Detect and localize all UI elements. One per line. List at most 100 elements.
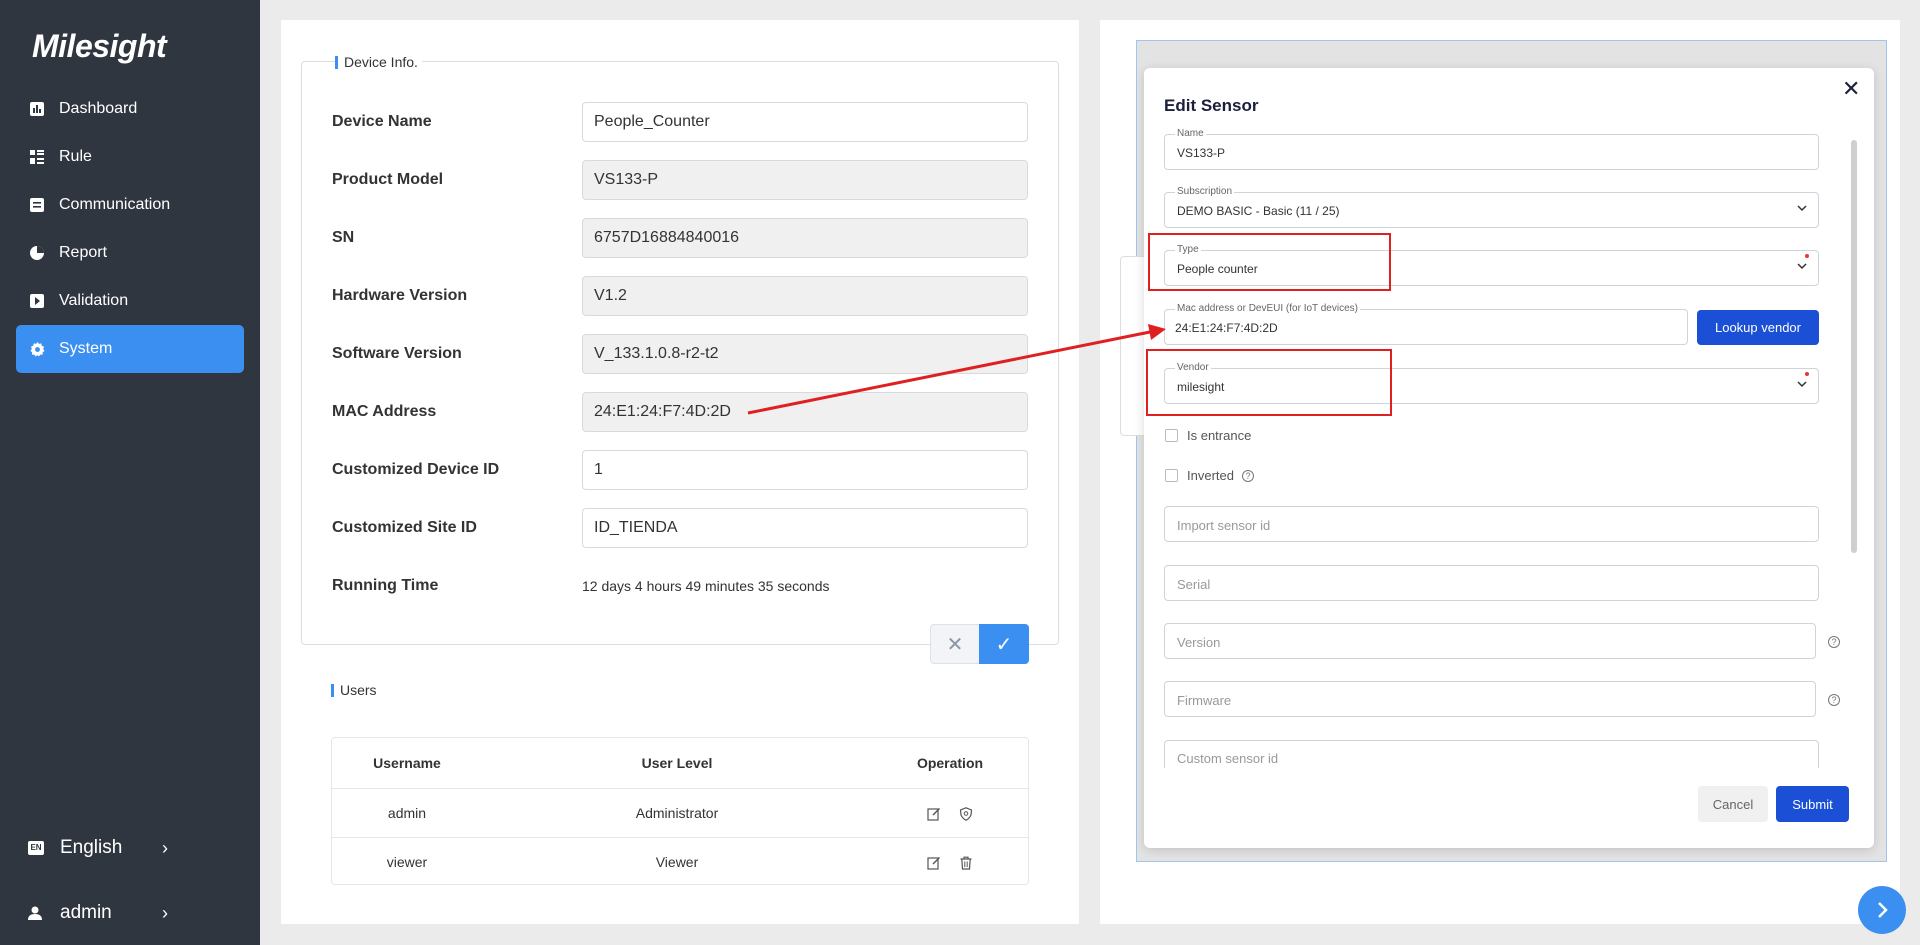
- users-table: Username User Level Operation admin Admi…: [331, 737, 1029, 885]
- cancel-edit-button[interactable]: ✕: [930, 624, 980, 664]
- edit-icon[interactable]: [927, 856, 941, 870]
- operation-cell: [872, 837, 1028, 884]
- software-version-field: V_133.1.0.8-r2-t2: [582, 334, 1028, 374]
- mac-label: Mac address or DevEUI (for IoT devices): [1175, 303, 1360, 315]
- user-icon: [28, 906, 44, 920]
- inverted-checkbox[interactable]: Inverted ?: [1165, 468, 1254, 483]
- placeholder: Import sensor id: [1177, 518, 1271, 533]
- shield-icon[interactable]: [959, 806, 973, 821]
- next-page-button[interactable]: [1858, 886, 1906, 934]
- column-header: User Level: [482, 738, 872, 789]
- running-time-value: 12 days 4 hours 49 minutes 35 seconds: [582, 578, 830, 594]
- help-icon[interactable]: ?: [1241, 469, 1254, 482]
- mac-address-input[interactable]: Mac address or DevEUI (for IoT devices) …: [1164, 303, 1688, 345]
- user-menu[interactable]: admin ›: [28, 898, 168, 928]
- required-marker: [1805, 372, 1809, 376]
- custom-sensor-id-input[interactable]: Custom sensor id: [1164, 740, 1819, 768]
- edit-sensor-dialog: [1144, 68, 1874, 848]
- help-icon[interactable]: ?: [1828, 636, 1840, 648]
- table-row: admin Administrator: [332, 788, 1028, 838]
- customized-site-id-input[interactable]: ID_TIENDA: [582, 508, 1028, 548]
- chevron-right-icon: ›: [162, 837, 168, 858]
- product-model-label: Product Model: [332, 171, 444, 188]
- subscription-select[interactable]: Subscription DEMO BASIC - Basic (11 / 25…: [1164, 186, 1819, 228]
- check-icon: ✓: [995, 633, 1013, 656]
- dashboard-icon: [29, 101, 45, 117]
- close-icon[interactable]: ✕: [1842, 76, 1860, 102]
- is-entrance-label: Is entrance: [1187, 428, 1252, 443]
- serial-input[interactable]: Serial: [1164, 565, 1819, 601]
- submit-button[interactable]: Submit: [1776, 786, 1849, 822]
- version-input[interactable]: Version: [1164, 623, 1816, 659]
- placeholder: Version: [1177, 635, 1221, 650]
- username-cell: admin: [332, 788, 482, 838]
- confirm-edit-button[interactable]: ✓: [979, 624, 1029, 664]
- user-level-cell: Viewer: [655, 853, 699, 870]
- language-icon: EN: [28, 841, 44, 855]
- sidebar-item-system[interactable]: System: [16, 325, 244, 373]
- help-icon[interactable]: ?: [1828, 694, 1840, 706]
- subscription-value: DEMO BASIC - Basic (11 / 25): [1177, 204, 1340, 218]
- chevron-down-icon: [1797, 263, 1807, 270]
- placeholder: Serial: [1177, 577, 1211, 592]
- edit-icon[interactable]: [927, 807, 941, 821]
- language-label: English: [60, 837, 123, 858]
- placeholder: Custom sensor id: [1177, 751, 1279, 766]
- chevron-right-icon: ›: [162, 902, 168, 923]
- report-icon: [29, 245, 45, 261]
- users-legend: Users: [331, 683, 381, 697]
- name-label: Name: [1175, 128, 1206, 140]
- device-info-legend: Device Info.: [335, 55, 422, 69]
- chevron-down-icon: [1797, 381, 1807, 388]
- sidebar-item-validation[interactable]: Validation: [16, 277, 244, 325]
- type-highlight-box: [1148, 233, 1391, 291]
- firmware-input[interactable]: Firmware: [1164, 681, 1816, 717]
- customized-device-id-input[interactable]: 1: [582, 450, 1028, 490]
- dialog-title: Edit Sensor: [1164, 96, 1259, 115]
- required-marker: [1805, 254, 1809, 258]
- vendor-highlight-box: [1146, 349, 1392, 416]
- checkbox-box[interactable]: [1165, 469, 1178, 482]
- name-value: VS133-P: [1177, 146, 1226, 160]
- sidebar-item-rule[interactable]: Rule: [16, 133, 244, 181]
- operation-cell: [872, 788, 1028, 838]
- sidebar-item-label: System: [59, 340, 113, 357]
- checkbox-box[interactable]: [1165, 429, 1178, 442]
- scrollbar[interactable]: [1851, 140, 1857, 553]
- chevron-down-icon: [1797, 205, 1807, 212]
- sidebar-item-communication[interactable]: Communication: [16, 181, 244, 229]
- customized-device-id-label: Customized Device ID: [332, 461, 500, 478]
- milesight-logo[interactable]: Milesight: [32, 28, 167, 65]
- username-cell: viewer: [386, 853, 428, 870]
- lookup-vendor-button[interactable]: Lookup vendor: [1697, 310, 1819, 345]
- sidebar-item-label: Report: [59, 244, 108, 261]
- sidebar-item-label: Dashboard: [59, 100, 138, 117]
- sidebar: Milesight Dashboard Rule Communication R…: [0, 0, 260, 945]
- product-model-field: VS133-P: [582, 160, 1028, 200]
- customized-site-id-label: Customized Site ID: [332, 519, 477, 536]
- user-level-cell: Administrator: [482, 788, 872, 838]
- device-name-input[interactable]: People_Counter: [582, 102, 1028, 142]
- sidebar-item-report[interactable]: Report: [16, 229, 244, 277]
- validation-icon: [29, 293, 45, 309]
- mac-value: 24:E1:24:F7:4D:2D: [1175, 321, 1278, 335]
- chevron-right-icon: [1878, 902, 1888, 918]
- software-version-label: Software Version: [332, 345, 462, 362]
- sn-field: 6757D16884840016: [582, 218, 1028, 258]
- communication-icon: [29, 197, 45, 213]
- table-row: viewer Viewer: [332, 837, 1028, 884]
- name-field[interactable]: Name VS133-P: [1164, 128, 1819, 170]
- placeholder: Firmware: [1177, 693, 1232, 708]
- language-selector[interactable]: EN English ›: [28, 833, 168, 863]
- hardware-version-field: V1.2: [582, 276, 1028, 316]
- import-sensor-id-input[interactable]: Import sensor id: [1164, 506, 1819, 542]
- is-entrance-checkbox[interactable]: Is entrance: [1165, 428, 1251, 443]
- cancel-button[interactable]: Cancel: [1698, 786, 1768, 822]
- trash-icon[interactable]: [959, 856, 973, 870]
- sidebar-item-label: Validation: [59, 292, 129, 309]
- gear-icon: [29, 341, 45, 357]
- device-name-label: Device Name: [332, 113, 432, 130]
- user-label: admin: [60, 902, 112, 923]
- inverted-label: Inverted: [1187, 468, 1234, 483]
- sidebar-item-dashboard[interactable]: Dashboard: [16, 85, 244, 133]
